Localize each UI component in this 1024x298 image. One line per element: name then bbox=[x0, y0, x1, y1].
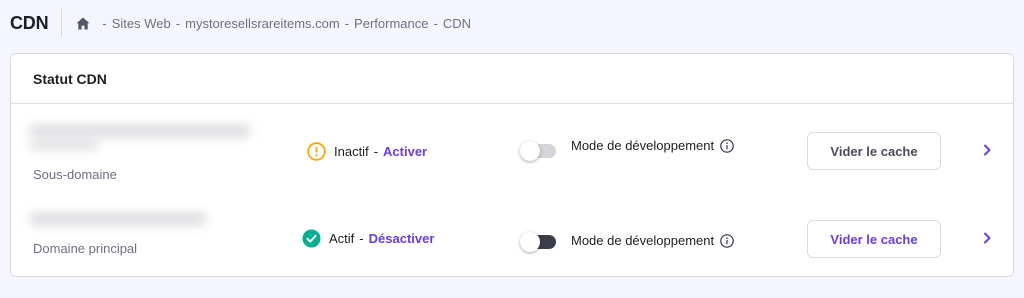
status-text: Inactif bbox=[334, 144, 369, 159]
activate-link[interactable]: Activer bbox=[383, 144, 427, 159]
deactivate-link[interactable]: Désactiver bbox=[369, 231, 435, 246]
cdn-status: Actif - Désactiver bbox=[302, 229, 434, 248]
dev-mode-toggle[interactable] bbox=[520, 232, 556, 252]
dev-mode-label: Mode de développement bbox=[571, 138, 715, 153]
breadcrumb-separator: - bbox=[344, 15, 350, 31]
status-text: Actif bbox=[329, 231, 355, 246]
cdn-row-subdomain: Sous-domaine Inactif - Activer Mode de d… bbox=[11, 116, 1013, 202]
warning-icon bbox=[307, 142, 326, 161]
home-icon[interactable] bbox=[76, 17, 90, 30]
breadcrumb-item-cdn: CDN bbox=[442, 15, 471, 31]
dev-mode-toggle[interactable] bbox=[520, 141, 556, 161]
cdn-status: Inactif - Activer bbox=[307, 142, 427, 161]
clear-cache-button[interactable]: Vider le cache bbox=[807, 132, 941, 170]
breadcrumb-separator: - bbox=[433, 15, 438, 31]
dev-mode: Mode de développement bbox=[571, 138, 734, 153]
status-separator: - bbox=[373, 144, 379, 159]
cdn-status-card: Statut CDN Sous-domaine Inactif - Active… bbox=[10, 53, 1014, 277]
toggle-knob bbox=[520, 232, 540, 252]
chevron-right-icon[interactable] bbox=[981, 232, 993, 244]
domain-name-redacted bbox=[29, 140, 99, 150]
card-title: Statut CDN bbox=[33, 70, 107, 87]
title-divider bbox=[61, 9, 63, 37]
domain-type-label: Sous-domaine bbox=[33, 167, 117, 182]
domain-type-label: Domaine principal bbox=[33, 241, 138, 256]
breadcrumb-item-domain[interactable]: mystoresellsrareitems.com bbox=[185, 16, 340, 31]
dev-mode: Mode de développement bbox=[571, 233, 734, 248]
dev-mode-label: Mode de développement bbox=[571, 233, 715, 248]
page-title: CDN bbox=[10, 12, 49, 33]
status-separator: - bbox=[359, 231, 364, 246]
breadcrumb-item-sites-web[interactable]: Sites Web bbox=[112, 16, 171, 31]
toggle-knob bbox=[520, 141, 540, 161]
info-icon[interactable] bbox=[720, 138, 734, 153]
chevron-right-icon[interactable] bbox=[981, 144, 993, 156]
top-bar: CDN - Sites Web - mystoresellsrareitems.… bbox=[0, 0, 1024, 46]
breadcrumb-item-performance[interactable]: Performance bbox=[354, 16, 428, 31]
check-circle-icon bbox=[302, 229, 321, 248]
breadcrumb-separator: - bbox=[102, 15, 107, 31]
breadcrumb: - Sites Web - mystoresellsrareitems.com … bbox=[76, 16, 471, 31]
clear-cache-button[interactable]: Vider le cache bbox=[807, 220, 941, 258]
breadcrumb-separator: - bbox=[175, 15, 181, 31]
domain-name-redacted bbox=[29, 124, 251, 138]
cdn-row-main-domain: Domaine principal Actif - Désactiver Mod… bbox=[11, 204, 1013, 290]
info-icon[interactable] bbox=[720, 233, 734, 248]
domain-name-redacted bbox=[29, 212, 207, 226]
card-header: Statut CDN bbox=[11, 54, 1013, 104]
